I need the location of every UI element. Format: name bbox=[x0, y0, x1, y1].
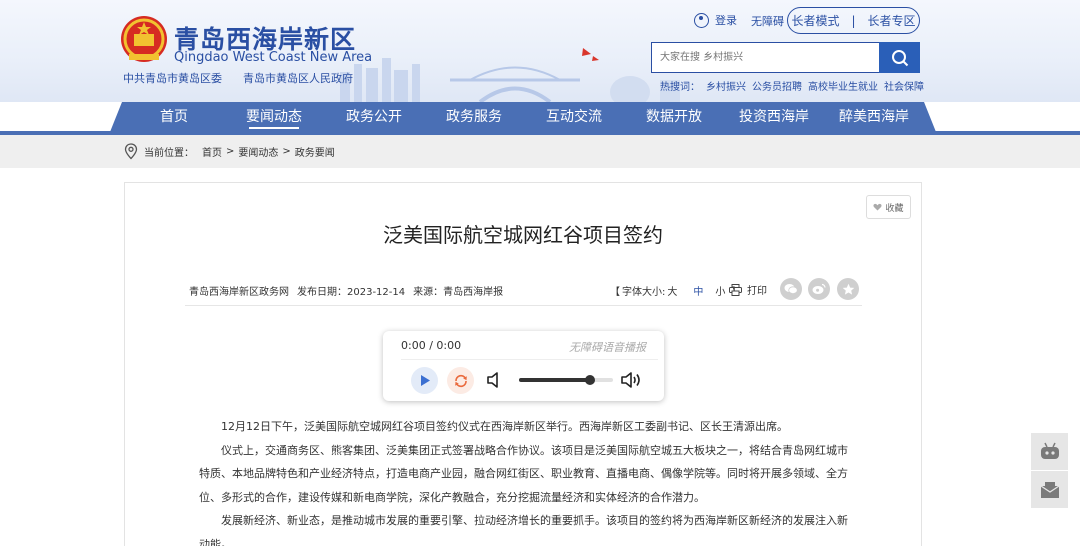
volume-knob[interactable] bbox=[584, 375, 595, 385]
breadcrumb-gov-news[interactable]: 政务要闻 bbox=[295, 144, 335, 159]
loop-button[interactable] bbox=[447, 367, 474, 394]
search-icon bbox=[891, 49, 908, 66]
speaker-mute-icon bbox=[487, 372, 498, 388]
favorite-label: 收藏 bbox=[885, 203, 904, 214]
weibo-icon bbox=[812, 283, 826, 294]
article-title: 泛美国际航空城网红谷项目签约 bbox=[383, 223, 663, 247]
login-link[interactable]: 登录 bbox=[694, 12, 737, 28]
nav-item-invest[interactable]: 投资西海岸 bbox=[724, 102, 824, 132]
accessibility-link[interactable]: 无障碍 bbox=[751, 13, 784, 29]
hot-term[interactable]: 高校毕业生就业 bbox=[808, 78, 878, 93]
print-button[interactable]: 打印 bbox=[729, 282, 767, 297]
user-icon bbox=[694, 12, 709, 28]
national-emblem-logo bbox=[121, 16, 167, 62]
play-icon bbox=[420, 375, 430, 386]
share-wechat-button[interactable] bbox=[780, 278, 802, 300]
nav-item-interaction[interactable]: 互动交流 bbox=[524, 102, 624, 132]
font-size-bracket-open: 【 bbox=[610, 287, 620, 298]
hot-term[interactable]: 社会保障 bbox=[884, 78, 924, 93]
breadcrumb-bar: 当前位置： 首页 > 要闻动态 > 政务要闻 bbox=[0, 135, 1080, 168]
audio-player: 0:00 / 0:00 无障碍语音播报 bbox=[383, 331, 664, 401]
favorite-button[interactable]: 收藏 bbox=[866, 195, 911, 219]
nav-item-home[interactable]: 首页 bbox=[124, 102, 224, 132]
audio-time: 0:00 / 0:00 bbox=[401, 339, 462, 352]
breadcrumb-separator: > bbox=[282, 146, 291, 157]
elder-toggle: 长者模式 | 长者专区 bbox=[787, 7, 920, 34]
printer-icon bbox=[729, 283, 742, 296]
nav-item-open-data[interactable]: 数据开放 bbox=[624, 102, 724, 132]
nav-item-gov-open[interactable]: 政务公开 bbox=[324, 102, 424, 132]
breadcrumb: 当前位置： 首页 > 要闻动态 > 政务要闻 bbox=[124, 135, 335, 168]
font-size-small[interactable]: 小 bbox=[715, 283, 725, 298]
nav-item-gov-service[interactable]: 政务服务 bbox=[424, 102, 524, 132]
breadcrumb-news[interactable]: 要闻动态 bbox=[238, 144, 278, 159]
login-label: 登录 bbox=[715, 14, 737, 27]
volume-fill bbox=[519, 378, 590, 382]
volume-slider[interactable] bbox=[519, 375, 613, 385]
breadcrumb-label: 当前位置： bbox=[144, 148, 194, 159]
party-committee-link[interactable]: 中共青岛市黄岛区委 bbox=[123, 70, 222, 86]
wechat-icon bbox=[784, 284, 798, 294]
breadcrumb-home[interactable]: 首页 bbox=[202, 144, 222, 159]
article-paragraph: 发展新经济、新业态，是推动城市发展的重要引擎、拉动经济增长的重要抓手。该项目的签… bbox=[199, 514, 848, 546]
hot-search-label: 热搜词： bbox=[660, 82, 700, 93]
hot-search-terms: 热搜词： 乡村振兴 公务员招聘 高校毕业生就业 社会保障 bbox=[660, 78, 924, 93]
nav-item-news[interactable]: 要闻动态 bbox=[224, 102, 324, 132]
star-icon bbox=[842, 283, 854, 295]
speaker-volume-icon bbox=[621, 372, 640, 388]
article-body: 12月12日下午，泛美国际航空城网红谷项目签约仪式在西海岸新区举行。西海岸新区工… bbox=[199, 415, 849, 546]
main-nav: 首页 要闻动态 政务公开 政务服务 互动交流 数据开放 投资西海岸 醉美西海岸 bbox=[0, 102, 1080, 135]
play-button[interactable] bbox=[411, 367, 438, 394]
article-paragraph: 仪式上，交通商务区、熊客集团、泛美集团正式签署战略合作协议。该项目是泛美国际航空… bbox=[199, 443, 848, 504]
share-favorite-button[interactable] bbox=[837, 278, 859, 300]
location-pin-icon bbox=[124, 143, 138, 160]
mail-icon bbox=[1040, 481, 1059, 498]
site-subtitle: Qingdao West Coast New Area bbox=[174, 50, 373, 65]
search-input[interactable] bbox=[651, 42, 879, 73]
print-label: 打印 bbox=[747, 286, 767, 297]
font-size-control: 【 字体大小: 大 中 小 】 bbox=[610, 283, 741, 298]
search-button[interactable] bbox=[879, 42, 920, 73]
site-header: 青岛西海岸新区 Qingdao West Coast New Area 中共青岛… bbox=[0, 0, 1080, 102]
government-link[interactable]: 青岛市黄岛区人民政府 bbox=[243, 70, 353, 86]
heart-icon bbox=[873, 203, 883, 211]
player-divider bbox=[401, 359, 658, 360]
elder-mode-link[interactable]: 长者模式 bbox=[791, 12, 839, 29]
nav-item-scenery[interactable]: 醉美西海岸 bbox=[824, 102, 924, 132]
volume-button[interactable] bbox=[620, 371, 642, 393]
mute-button[interactable] bbox=[486, 371, 502, 393]
meta-divider bbox=[185, 305, 862, 306]
message-button[interactable] bbox=[1031, 471, 1068, 508]
hot-term[interactable]: 乡村振兴 bbox=[706, 78, 746, 93]
robot-assistant-button[interactable] bbox=[1031, 433, 1068, 470]
loop-icon bbox=[454, 374, 467, 387]
font-size-label: 字体大小: bbox=[622, 287, 666, 298]
source-site: 青岛西海岸新区政务网 bbox=[189, 287, 289, 298]
elder-zone-link[interactable]: 长者专区 bbox=[868, 12, 916, 29]
divider: | bbox=[851, 13, 856, 28]
share-weibo-button[interactable] bbox=[808, 278, 830, 300]
font-size-large[interactable]: 大 bbox=[667, 283, 677, 298]
article-origin: 来源：青岛西海岸报 bbox=[413, 287, 504, 298]
article-paragraph: 12月12日下午，泛美国际航空城网红谷项目签约仪式在西海岸新区举行。西海岸新区工… bbox=[221, 420, 788, 433]
robot-icon bbox=[1040, 442, 1059, 459]
publish-date: 发布日期：2023-12-14 bbox=[297, 287, 406, 298]
hot-term[interactable]: 公务员招聘 bbox=[752, 78, 802, 93]
breadcrumb-separator: > bbox=[226, 146, 235, 157]
font-size-medium[interactable]: 中 bbox=[693, 283, 703, 298]
city-skyline-illustration bbox=[340, 48, 680, 102]
article-meta: 青岛西海岸新区政务网 发布日期：2023-12-14 来源：青岛西海岸报 bbox=[189, 283, 503, 298]
audio-label: 无障碍语音播报 bbox=[569, 341, 646, 354]
